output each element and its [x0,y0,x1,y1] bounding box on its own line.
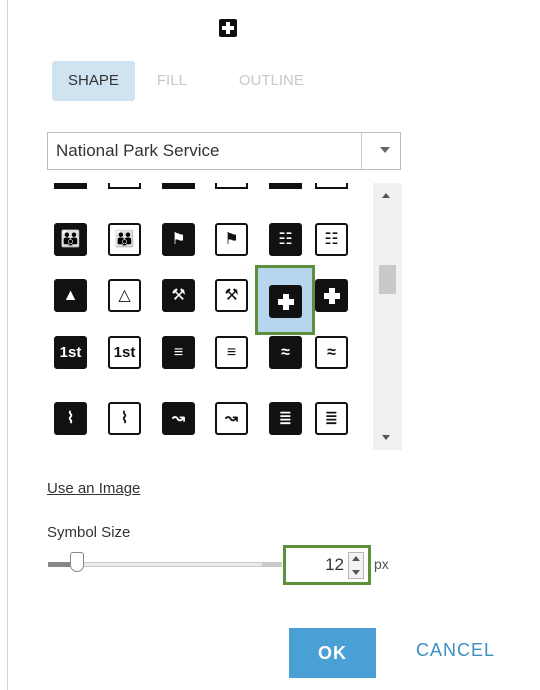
fish-icon[interactable]: ≡ [162,336,195,369]
symbol-row: ▲ △ ⚒ ⚒ [47,279,367,315]
first-aid-cross [277,293,294,310]
family-restroom-icon[interactable]: 👪 [108,223,141,256]
symbol-size-unit: px [374,556,389,572]
symbol-row: ⌇ ⌇ ↝ ↝ ≣ ≣ [47,402,367,438]
fire-extinguisher-icon[interactable]: ⚑ [215,223,248,256]
symbol-size-spinner[interactable] [348,552,364,579]
symbol-size-input[interactable] [290,552,344,578]
tab-fill[interactable]: FILL [141,61,203,101]
symbol-size-label: Symbol Size [47,524,131,541]
partial-symbol-icon[interactable] [108,183,141,189]
fishing-rod-icon[interactable]: ↝ [162,402,195,435]
tab-outline[interactable]: OUTLINE [223,61,320,101]
partial-symbol-icon[interactable] [315,183,348,189]
axe-icon[interactable]: ⚒ [215,279,248,312]
cancel-button[interactable]: CANCEL [416,640,495,661]
symbol-grid-scrollbar[interactable] [373,183,402,450]
chevron-down-icon[interactable] [380,147,390,153]
fire-grill-icon[interactable]: ☷ [269,223,302,256]
partial-symbol-row [47,183,367,189]
symbol-grid: 👪 👪 ⚑ ⚑ ☷ ☷ ▲ △ ⚒ ⚒ 1st 1st ≡ ≡ ≈ ≈ ⌇ ⌇ … [47,183,402,450]
first-aid-icon [219,19,237,37]
fish-school-icon[interactable]: ≈ [315,336,348,369]
scroll-down-icon[interactable] [382,435,390,440]
partial-symbol-icon[interactable] [215,183,248,189]
slider-track-end [262,562,282,567]
select-divider [361,133,362,169]
symbol-style-panel: SHAPE FILL OUTLINE National Park Service… [0,0,540,690]
selected-category: National Park Service [56,141,220,160]
firewood-icon[interactable]: △ [108,279,141,312]
first-place-icon[interactable]: 1st [108,336,141,369]
panel-left-border [7,0,8,690]
use-an-image-link[interactable]: Use an Image [47,480,140,497]
tab-shape[interactable]: SHAPE [52,61,135,101]
scroll-up-icon[interactable] [382,193,390,198]
fish-cleaning-icon[interactable]: ≣ [269,402,302,435]
fishing-rod-icon[interactable]: ↝ [215,402,248,435]
first-aid-icon[interactable] [269,285,302,318]
firewood-icon[interactable]: ▲ [54,279,87,312]
increment-icon[interactable] [352,556,360,561]
fish-school-icon[interactable]: ≈ [269,336,302,369]
fishing-icon[interactable]: ⌇ [54,402,87,435]
partial-symbol-icon[interactable] [269,183,302,189]
fish-icon[interactable]: ≡ [215,336,248,369]
ok-button[interactable]: OK [289,628,376,678]
first-aid-icon[interactable] [315,279,348,312]
partial-symbol-icon[interactable] [162,183,195,189]
symbol-size-stepper [283,545,371,585]
family-restroom-icon[interactable]: 👪 [54,223,87,256]
symbol-size-slider-handle[interactable] [70,552,84,572]
fishing-icon[interactable]: ⌇ [108,402,141,435]
decrement-icon[interactable] [352,570,360,575]
first-place-icon[interactable]: 1st [54,336,87,369]
partial-symbol-icon[interactable] [54,183,87,189]
symbol-row: 👪 👪 ⚑ ⚑ ☷ ☷ [47,223,367,259]
fish-cleaning-icon[interactable]: ≣ [315,402,348,435]
axe-icon[interactable]: ⚒ [162,279,195,312]
fire-extinguisher-icon[interactable]: ⚑ [162,223,195,256]
symbol-row: 1st 1st ≡ ≡ ≈ ≈ [47,336,367,372]
first-aid-cross [323,287,340,304]
scrollbar-thumb[interactable] [379,265,396,294]
style-tabs: SHAPE FILL OUTLINE [52,61,320,101]
selected-symbol-cell[interactable] [255,265,315,335]
fire-grill-icon[interactable]: ☷ [315,223,348,256]
symbol-category-select[interactable]: National Park Service [47,132,401,170]
